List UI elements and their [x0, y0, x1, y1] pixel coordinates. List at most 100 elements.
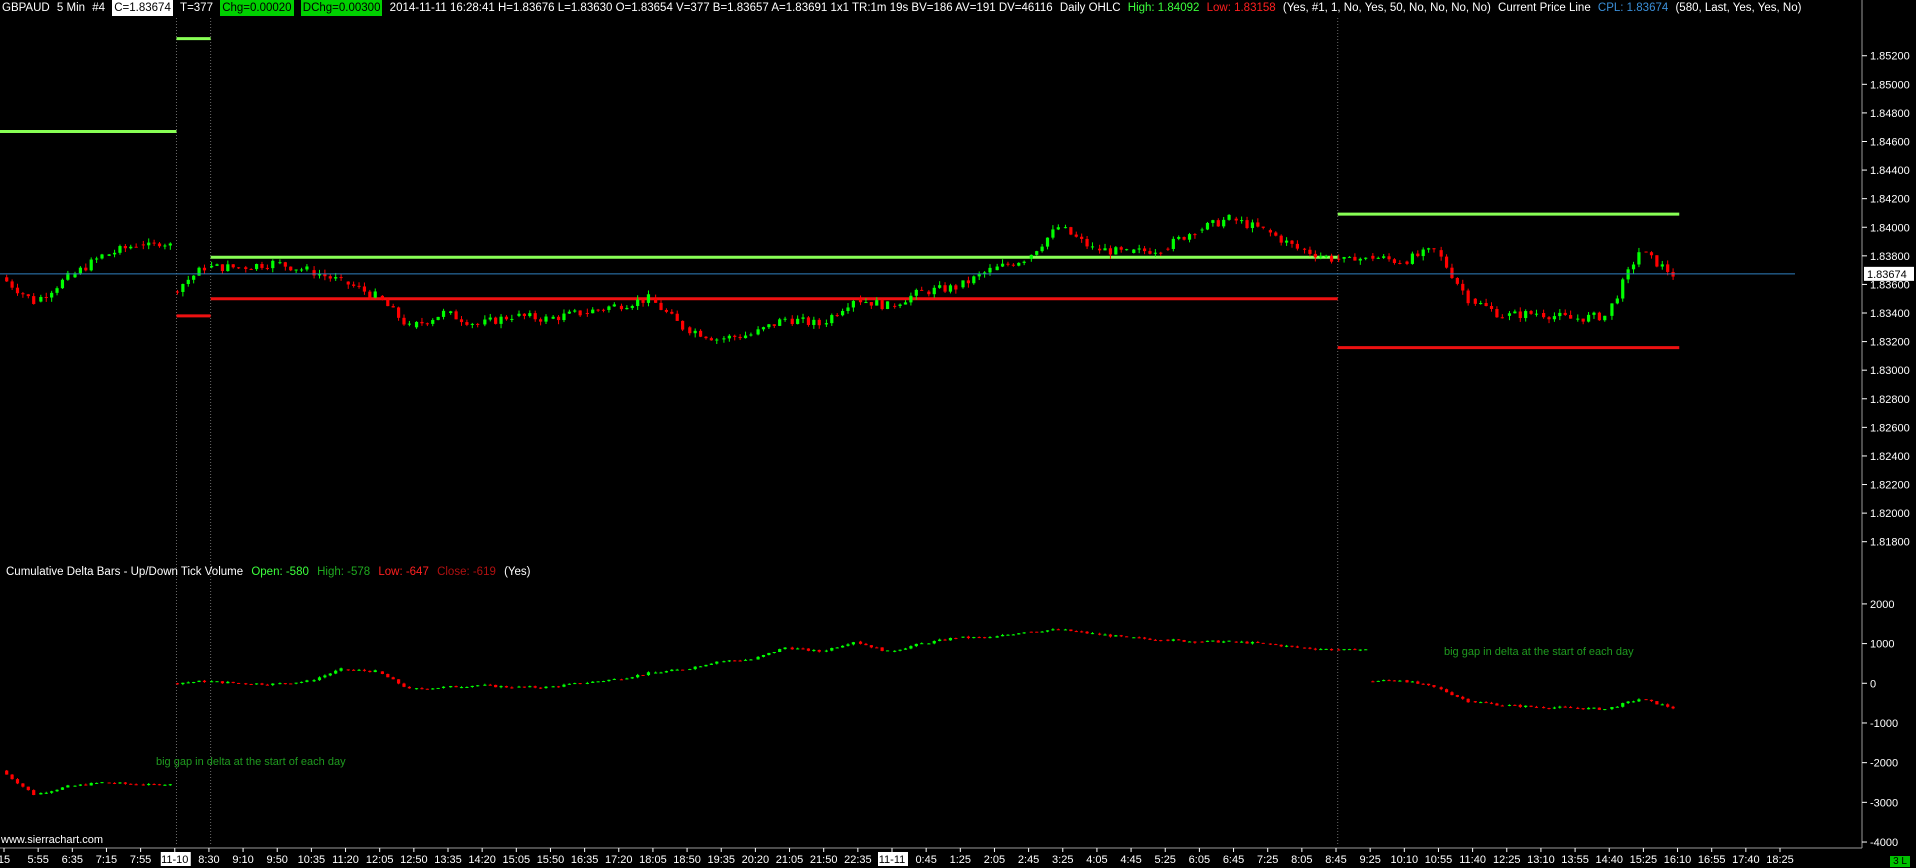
price-candle-body [1103, 248, 1107, 251]
delta-candle-body [1347, 649, 1352, 651]
delta-candle-body [1035, 631, 1039, 633]
delta-candle-body [1603, 709, 1607, 711]
price-candle-body [1466, 290, 1470, 304]
price-candle-body [698, 330, 703, 337]
delta-candle-body [698, 666, 703, 668]
price-candle-body [107, 254, 111, 256]
price-candle-body [1119, 247, 1123, 250]
delta-candle-body [914, 643, 918, 647]
delta-candle-body [1227, 640, 1231, 642]
delta-candle-body [1245, 641, 1249, 644]
price-candle-body [938, 285, 942, 288]
price-candle-body [1626, 269, 1630, 280]
price-candle-body [722, 338, 726, 340]
time-tick-label: 15:50 [537, 854, 565, 866]
price-candle-body [226, 264, 230, 272]
delta-candle-body [927, 643, 931, 645]
delta-candle-body [60, 787, 65, 790]
delta-candle-body [50, 791, 54, 793]
delta-candle-body [504, 686, 509, 688]
price-candle-body [414, 321, 419, 328]
delta-candle-body [476, 685, 480, 687]
time-tick-label: 8:30 [198, 854, 219, 866]
price-candle-body [1074, 234, 1078, 237]
delta-candle-body [499, 686, 503, 688]
delta-candle-body [100, 782, 104, 784]
delta-candle-body [664, 671, 669, 673]
price-tick-label: 1.84800 [1870, 108, 1910, 120]
price-candle-body [1029, 254, 1033, 259]
delta-candle-body [368, 670, 372, 673]
price-candle-body [50, 292, 54, 298]
price-candle-body [796, 318, 800, 325]
price-candle-body [954, 285, 958, 290]
price-candle-body [1245, 220, 1249, 229]
price-candle-body [494, 317, 498, 324]
price-candle-body [1337, 258, 1341, 260]
delta-candle-body [1159, 640, 1163, 642]
delta-tick-label: -1000 [1870, 718, 1898, 730]
price-candle-body [1222, 219, 1226, 227]
price-tick-label: 1.83600 [1870, 279, 1910, 291]
price-candle-body [693, 330, 697, 334]
delta-candle-body [517, 686, 521, 688]
price-candle-body [60, 279, 65, 289]
delta-candle-body [312, 680, 316, 682]
price-candle-body [893, 305, 897, 307]
price-candle-body [539, 319, 543, 322]
price-candle-body [1279, 235, 1283, 243]
time-tick-label: 21:05 [776, 854, 804, 866]
price-candle-body [567, 311, 571, 314]
price-candle-body [675, 313, 679, 321]
price-candle-body [659, 302, 663, 310]
price-candle-body [733, 335, 737, 337]
price-tick-label: 1.84400 [1870, 165, 1910, 177]
delta-candle-body [533, 686, 537, 688]
time-tick-label: 12:25 [1493, 854, 1521, 866]
time-tick-label: 15:05 [503, 854, 531, 866]
price-candle-body [1227, 214, 1231, 220]
delta-candle-body [55, 789, 59, 792]
delta-candle-body [562, 684, 566, 687]
tick-count: T=377 [180, 2, 213, 14]
delta-candle-body [346, 669, 350, 671]
price-candle-body [431, 320, 435, 324]
price-candle-body [1051, 229, 1055, 238]
price-candle-body [1637, 252, 1641, 265]
delta-candle-body [630, 677, 634, 679]
delta-candle-body [95, 782, 99, 784]
delta-candle-body [1455, 695, 1459, 697]
subgraph-title: Cumulative Delta Bars - Up/Down Tick Vol… [6, 566, 244, 578]
delta-candle-body [544, 686, 548, 689]
price-candle-body [909, 295, 913, 303]
chart-background [0, 0, 1916, 868]
chart-canvas[interactable]: 1.85200 1.85000 1.84800 1.84600 1.84400 1.842… [0, 0, 1916, 868]
delta-candle-body [943, 639, 947, 641]
price-candle-body [1056, 227, 1060, 230]
price-candle-body [1017, 262, 1021, 266]
time-tick-label: 14:40 [1595, 854, 1623, 866]
price-candle-body [1621, 279, 1625, 299]
delta-candle-body [226, 681, 230, 684]
delta-candle-body [465, 686, 469, 688]
price-candle-body [55, 288, 59, 293]
price-candle-body [339, 277, 343, 279]
delta-candle-body [1250, 641, 1255, 644]
delta-candle-body [210, 681, 214, 683]
price-candle-body [1558, 312, 1562, 317]
delta-candle-body [612, 678, 616, 680]
delta-candle-body [1660, 704, 1664, 706]
price-candle-body [278, 262, 282, 264]
price-candle-body [454, 311, 458, 320]
price-candle-body [1427, 248, 1431, 250]
delta-candle-body [835, 647, 839, 649]
bar-info: 2014-11-11 16:28:41 H=1.83676 L=1.83630 … [389, 2, 1053, 14]
delta-candle-body [1132, 637, 1136, 639]
delta-candle-body [954, 637, 958, 639]
delta-candle-body [5, 770, 9, 775]
delta-candle-body [1558, 706, 1562, 708]
delta-candle-body [147, 784, 151, 786]
delta-candle-body [118, 782, 122, 784]
price-candle-body [1644, 251, 1648, 253]
delta-candle-body [1671, 706, 1675, 709]
